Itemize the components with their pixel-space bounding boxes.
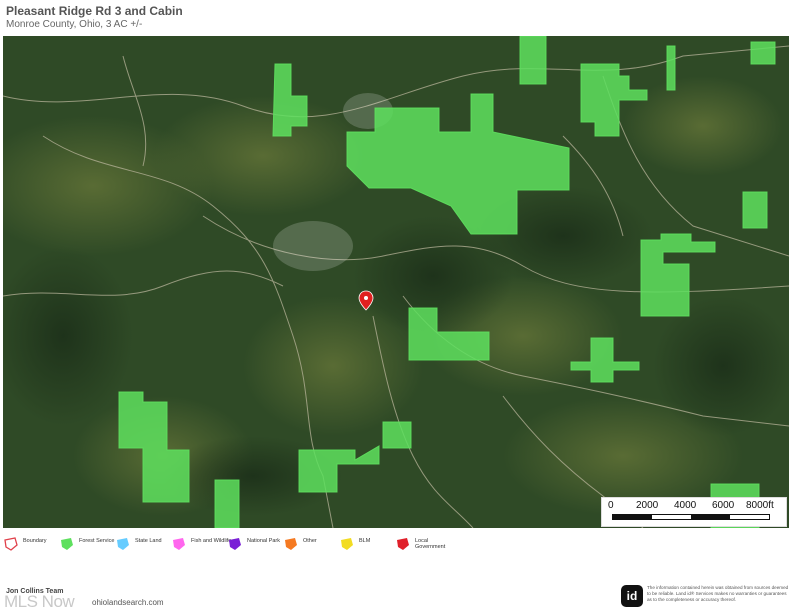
scale-label: 0 bbox=[608, 500, 614, 511]
map-legend: Boundary Forest Service State Land Fish … bbox=[4, 535, 464, 555]
disclaimer-text: The information contained herein was obt… bbox=[647, 585, 789, 602]
forest-parcel bbox=[666, 45, 676, 91]
mls-now-logo: MLS Now bbox=[4, 592, 75, 611]
forest-parcel bbox=[750, 41, 776, 65]
fish-wildlife-icon bbox=[173, 538, 185, 550]
scale-label: 6000 bbox=[712, 500, 735, 511]
satellite-map[interactable] bbox=[3, 36, 789, 528]
forest-parcel bbox=[519, 36, 547, 85]
boundary-outline-icon bbox=[4, 537, 18, 551]
land-id-logo-icon: id bbox=[621, 585, 643, 607]
forest-service-icon bbox=[61, 538, 73, 550]
legend-label: Local Government bbox=[415, 538, 446, 550]
scale-label: 2000 bbox=[636, 500, 659, 511]
scale-label: 4000 bbox=[674, 500, 697, 511]
national-park-icon bbox=[229, 538, 241, 550]
other-icon bbox=[285, 538, 297, 550]
map-subtitle: Monroe County, Ohio, 3 AC +/- bbox=[6, 19, 143, 30]
blm-icon bbox=[341, 538, 353, 550]
scale-bar-graphic bbox=[612, 514, 770, 520]
map-title: Pleasant Ridge Rd 3 and Cabin bbox=[6, 4, 183, 18]
state-land-icon bbox=[117, 538, 129, 550]
forest-parcel bbox=[382, 421, 412, 449]
local-government-icon bbox=[397, 538, 409, 550]
forest-parcel bbox=[214, 479, 240, 528]
agent-website-link[interactable]: ohiolandsearch.com bbox=[92, 598, 164, 607]
forest-parcel bbox=[742, 191, 768, 229]
scale-bar: 0 2000 4000 6000 8000ft bbox=[601, 497, 787, 527]
scale-label: 8000ft bbox=[746, 500, 774, 511]
